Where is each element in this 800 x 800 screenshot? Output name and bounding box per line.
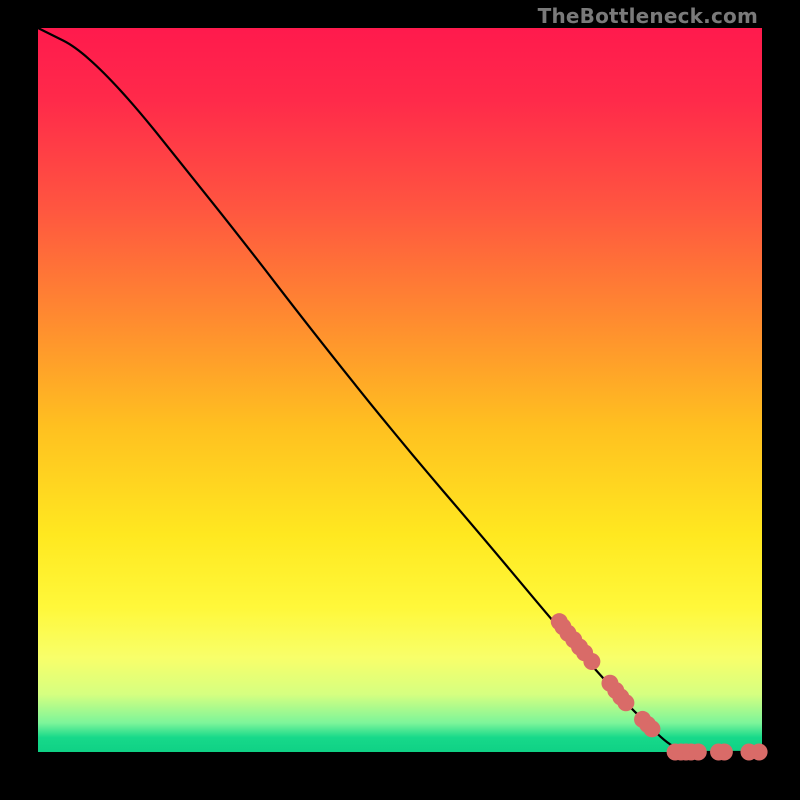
curve-path	[38, 28, 762, 752]
data-point	[617, 694, 634, 711]
data-point	[716, 744, 733, 761]
chart-overlay	[38, 28, 762, 752]
data-point	[751, 744, 768, 761]
points-group	[551, 613, 768, 760]
data-point	[690, 744, 707, 761]
data-point	[643, 720, 660, 737]
watermark-text: TheBottleneck.com	[538, 4, 758, 28]
chart-stage: TheBottleneck.com	[0, 0, 800, 800]
data-point	[583, 653, 600, 670]
